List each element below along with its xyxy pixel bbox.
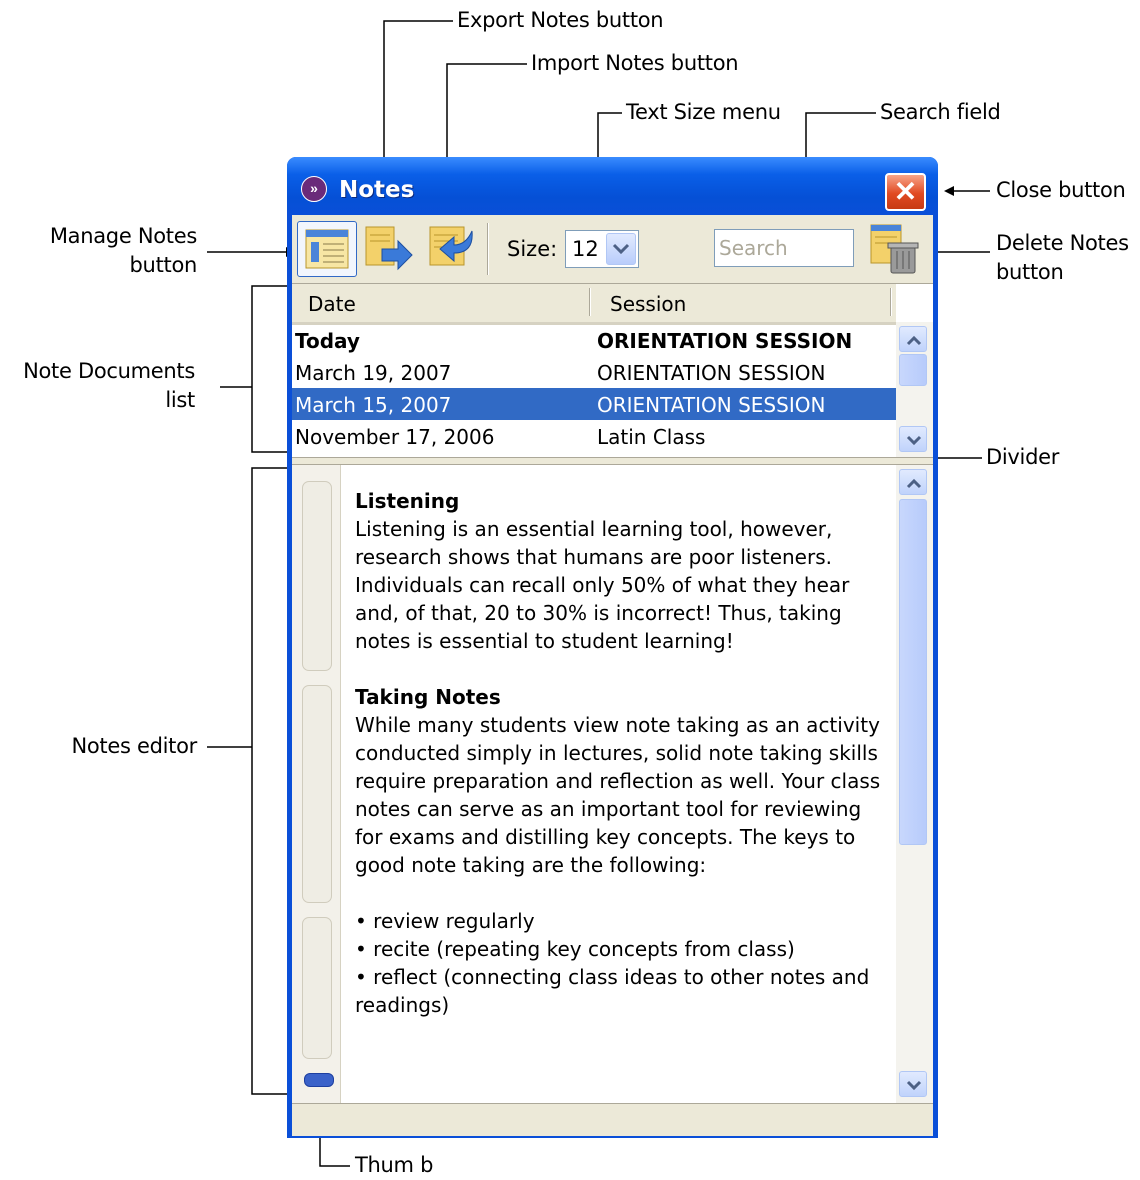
close-button[interactable]: ✕ — [885, 173, 926, 211]
callout-notes-editor: Notes editor — [71, 734, 197, 758]
window-title: Notes — [339, 177, 415, 203]
list-item: • review regularly — [355, 909, 535, 933]
import-notes-icon — [429, 226, 473, 266]
scroll-up-button[interactable] — [899, 469, 927, 495]
callout-note-documents: Note Documents list — [0, 357, 195, 415]
row-date: March 19, 2007 — [295, 361, 452, 385]
chevron-up-icon — [906, 478, 922, 489]
bullet-list: • review regularly • recite (repeating k… — [355, 907, 895, 1019]
size-label: Size: — [507, 237, 558, 261]
chevron-up-icon — [906, 335, 922, 346]
list-item: • recite (repeating key concepts from cl… — [355, 937, 795, 961]
callout-export-notes: Export Notes button — [457, 8, 664, 32]
editor-scroll-thumb[interactable] — [899, 499, 927, 845]
chevron-down-icon[interactable] — [606, 233, 636, 265]
window-client: Size: 12 Search Date Session Today ORIEN… — [292, 215, 933, 1136]
list-row[interactable]: March 19, 2007 ORIENTATION SESSION — [292, 356, 896, 388]
column-date[interactable]: Date — [308, 292, 356, 316]
import-notes-button[interactable] — [422, 221, 482, 277]
callout-delete-notes-line2: button — [996, 260, 1064, 284]
callout-delete-notes: Delete Notes button — [996, 229, 1129, 287]
row-date: November 17, 2006 — [295, 425, 495, 449]
callout-import-notes: Import Notes button — [531, 51, 739, 75]
search-input[interactable]: Search — [714, 229, 854, 267]
row-date: Today — [295, 329, 360, 353]
list-scroll-thumb[interactable] — [899, 354, 927, 386]
status-bar — [292, 1103, 933, 1136]
section-heading: Listening — [355, 489, 460, 513]
row-session: ORIENTATION SESSION — [597, 393, 826, 417]
thumb[interactable] — [304, 1073, 334, 1087]
list-row-selected[interactable]: March 15, 2007 ORIENTATION SESSION — [292, 388, 896, 420]
manage-notes-icon — [305, 229, 349, 269]
row-session: ORIENTATION SESSION — [597, 329, 853, 353]
section-tab[interactable] — [302, 481, 332, 671]
callout-text-size: Text Size menu — [626, 100, 781, 124]
section-heading: Taking Notes — [355, 685, 501, 709]
list-header: Date Session — [292, 284, 896, 325]
column-separator[interactable] — [589, 288, 591, 316]
callout-manage-notes-line1: Manage Notes — [49, 224, 197, 248]
section-body: While many students view note taking as … — [355, 713, 881, 877]
list-scrollbar[interactable] — [896, 322, 933, 458]
callout-manage-notes-line2: button — [129, 253, 198, 277]
chevron-down-icon — [906, 435, 922, 446]
toolbar-separator — [487, 223, 489, 275]
size-value: 12 — [572, 237, 599, 261]
editor-gutter — [292, 465, 341, 1103]
manage-notes-button[interactable] — [297, 221, 357, 277]
delete-notes-icon — [870, 224, 919, 274]
callout-thumb: Thum b — [355, 1153, 434, 1177]
title-bar[interactable]: » Notes ✕ — [287, 157, 938, 215]
column-separator[interactable] — [890, 288, 892, 316]
list-item: • reflect (connecting class ideas to oth… — [355, 965, 870, 1017]
callout-divider: Divider — [986, 445, 1060, 469]
callout-note-documents-line2: list — [165, 388, 195, 412]
chevron-down-icon — [906, 1080, 922, 1091]
row-date: March 15, 2007 — [295, 393, 452, 417]
export-notes-button[interactable] — [360, 221, 420, 277]
divider[interactable] — [292, 457, 933, 465]
delete-notes-button[interactable] — [867, 221, 923, 277]
list-row[interactable]: Today ORIENTATION SESSION — [292, 324, 896, 356]
section-body: Listening is an essential learning tool,… — [355, 517, 850, 653]
text-size-menu[interactable]: 12 — [565, 230, 639, 268]
callout-search-field: Search field — [880, 100, 1001, 124]
row-session: ORIENTATION SESSION — [597, 361, 826, 385]
editor-content[interactable]: Listening Listening is an essential lear… — [355, 487, 895, 1019]
editor-scrollbar[interactable] — [896, 465, 933, 1103]
scroll-down-button[interactable] — [899, 426, 927, 452]
export-notes-icon — [365, 226, 413, 271]
callout-manage-notes: Manage Notes button — [0, 222, 197, 280]
scroll-up-button[interactable] — [899, 326, 927, 352]
list-row[interactable]: November 17, 2006 Latin Class — [292, 420, 896, 452]
note-documents-list: Date Session Today ORIENTATION SESSION M… — [292, 283, 933, 458]
notes-window: » Notes ✕ Size: 12 Search Date Session T… — [287, 157, 938, 1138]
scroll-down-button[interactable] — [899, 1071, 927, 1097]
callout-delete-notes-line1: Delete Notes — [996, 231, 1129, 255]
toolbar: Size: 12 Search — [292, 215, 933, 283]
column-session[interactable]: Session — [610, 292, 686, 316]
callout-close-button: Close button — [996, 178, 1126, 202]
section-tab[interactable] — [302, 917, 332, 1059]
app-logo-icon: » — [301, 176, 327, 202]
row-session: Latin Class — [597, 425, 706, 449]
callout-note-documents-line1: Note Documents — [23, 359, 195, 383]
section-tab[interactable] — [302, 685, 332, 903]
notes-editor[interactable]: Listening Listening is an essential lear… — [292, 465, 933, 1103]
